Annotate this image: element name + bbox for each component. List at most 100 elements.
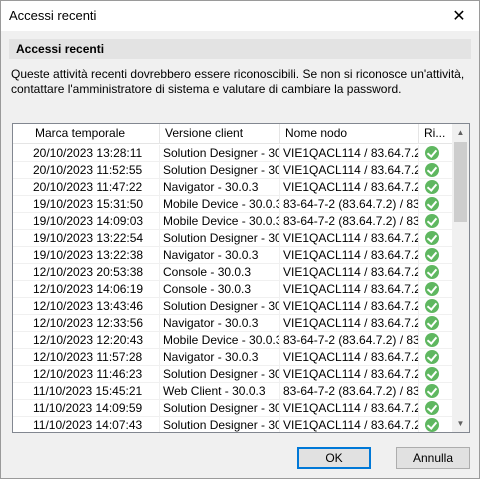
cell-node-name: 83-64-7-2 (83.64.7.2) / 83... bbox=[280, 213, 419, 230]
cell-node-name: VIE1QACL114 / 83.64.7.2 bbox=[280, 315, 419, 332]
cell-status bbox=[419, 315, 453, 332]
cell-status bbox=[419, 145, 453, 162]
check-circle-icon bbox=[425, 367, 439, 381]
cell-status bbox=[419, 213, 453, 230]
check-circle-icon bbox=[425, 231, 439, 245]
cell-node-name: 83-64-7-2 (83.64.7.2) / 83... bbox=[280, 383, 419, 400]
check-circle-icon bbox=[425, 282, 439, 296]
cell-timestamp: 19/10/2023 14:09:03 bbox=[13, 213, 160, 230]
cell-node-name: VIE1QACL114 / 83.64.7.2 bbox=[280, 264, 419, 281]
table-row[interactable]: 19/10/2023 13:22:54 Solution Designer - 3… bbox=[13, 230, 453, 247]
cancel-button[interactable]: Annulla bbox=[396, 447, 470, 469]
cell-status bbox=[419, 179, 453, 196]
section-header: Accessi recenti bbox=[9, 39, 471, 59]
cell-client-version: Solution Designer - 30... bbox=[160, 366, 280, 383]
cell-timestamp: 19/10/2023 15:31:50 bbox=[13, 196, 160, 213]
vertical-scrollbar[interactable]: ▲ ▼ bbox=[452, 124, 469, 432]
cell-client-version: Solution Designer - 30... bbox=[160, 298, 280, 315]
cell-status bbox=[419, 417, 453, 432]
table-header: Marca temporale Versione client Nome nod… bbox=[13, 124, 453, 144]
cell-timestamp: 11/10/2023 14:09:59 bbox=[13, 400, 160, 417]
check-circle-icon bbox=[425, 350, 439, 364]
cell-client-version: Solution Designer - 30... bbox=[160, 145, 280, 162]
cell-status bbox=[419, 349, 453, 366]
cell-node-name: VIE1QACL114 / 83.64.7.2 bbox=[280, 247, 419, 264]
cell-client-version: Solution Designer - 30... bbox=[160, 417, 280, 432]
table-row[interactable]: 19/10/2023 15:31:50 Mobile Device - 30.0.… bbox=[13, 196, 453, 213]
cell-timestamp: 12/10/2023 11:57:28 bbox=[13, 349, 160, 366]
cell-status bbox=[419, 196, 453, 213]
table-row[interactable]: 12/10/2023 12:20:43 Mobile Device - 30.0.… bbox=[13, 332, 453, 349]
check-circle-icon bbox=[425, 163, 439, 177]
cell-client-version: Navigator - 30.0.3 bbox=[160, 315, 280, 332]
window-title: Accessi recenti bbox=[9, 8, 97, 23]
check-circle-icon bbox=[425, 316, 439, 330]
column-header-status[interactable]: Ri... bbox=[419, 124, 453, 144]
table-row[interactable]: 12/10/2023 14:06:19 Console - 30.0.3 VIE1Q… bbox=[13, 281, 453, 298]
cell-node-name: 83-64-7-2 (83.64.7.2) / 83... bbox=[280, 332, 419, 349]
cell-client-version: Navigator - 30.0.3 bbox=[160, 179, 280, 196]
table-row[interactable]: 19/10/2023 13:22:38 Navigator - 30.0.3 VIE… bbox=[13, 247, 453, 264]
cell-client-version: Solution Designer - 30... bbox=[160, 400, 280, 417]
description-text: Queste attività recenti dovrebbero esser… bbox=[11, 67, 465, 96]
cell-node-name: VIE1QACL114 / 83.64.7.2 bbox=[280, 298, 419, 315]
cell-timestamp: 11/10/2023 15:45:21 bbox=[13, 383, 160, 400]
cell-timestamp: 11/10/2023 14:07:43 bbox=[13, 417, 160, 432]
cell-node-name: VIE1QACL114 / 83.64.7.2 bbox=[280, 281, 419, 298]
cell-status bbox=[419, 298, 453, 315]
ok-button[interactable]: OK bbox=[297, 447, 371, 469]
cell-timestamp: 20/10/2023 13:28:11 bbox=[13, 145, 160, 162]
cell-node-name: VIE1QACL114 / 83.64.7.2 bbox=[280, 417, 419, 432]
column-header-timestamp[interactable]: Marca temporale bbox=[13, 124, 160, 144]
recent-logins-table: Marca temporale Versione client Nome nod… bbox=[12, 123, 470, 433]
cell-client-version: Solution Designer - 30... bbox=[160, 230, 280, 247]
table-row[interactable]: 11/10/2023 14:09:59 Solution Designer - 3… bbox=[13, 400, 453, 417]
check-circle-icon bbox=[425, 333, 439, 347]
section-title: Accessi recenti bbox=[16, 42, 105, 56]
cell-status bbox=[419, 281, 453, 298]
title-bar: Accessi recenti ✕ bbox=[1, 1, 479, 31]
cell-client-version: Navigator - 30.0.3 bbox=[160, 247, 280, 264]
table-row[interactable]: 12/10/2023 11:46:23 Solution Designer - 3… bbox=[13, 366, 453, 383]
table-row[interactable]: 19/10/2023 14:09:03 Mobile Device - 30.0.… bbox=[13, 213, 453, 230]
check-circle-icon bbox=[425, 248, 439, 262]
scroll-up-icon[interactable]: ▲ bbox=[452, 124, 469, 141]
cell-timestamp: 20/10/2023 11:52:55 bbox=[13, 162, 160, 179]
cell-timestamp: 19/10/2023 13:22:54 bbox=[13, 230, 160, 247]
column-header-node-name[interactable]: Nome nodo bbox=[280, 124, 419, 144]
table-row[interactable]: 12/10/2023 11:57:28 Navigator - 30.0.3 VIE… bbox=[13, 349, 453, 366]
cell-status bbox=[419, 230, 453, 247]
table-body: 20/10/2023 13:28:11 Solution Designer - 3… bbox=[13, 145, 453, 432]
cell-timestamp: 12/10/2023 12:20:43 bbox=[13, 332, 160, 349]
recent-logins-dialog: Accessi recenti ✕ Accessi recenti Queste… bbox=[0, 0, 480, 479]
check-circle-icon bbox=[425, 214, 439, 228]
cell-client-version: Mobile Device - 30.0.3 bbox=[160, 196, 280, 213]
cell-client-version: Mobile Device - 30.0.3 bbox=[160, 332, 280, 349]
scrollbar-thumb[interactable] bbox=[454, 142, 467, 222]
cell-timestamp: 12/10/2023 12:33:56 bbox=[13, 315, 160, 332]
table-row[interactable]: 12/10/2023 12:33:56 Navigator - 30.0.3 VIE… bbox=[13, 315, 453, 332]
table-row[interactable]: 20/10/2023 13:28:11 Solution Designer - 3… bbox=[13, 145, 453, 162]
close-icon[interactable]: ✕ bbox=[439, 1, 479, 31]
cell-node-name: VIE1QACL114 / 83.64.7.2 bbox=[280, 400, 419, 417]
table-row[interactable]: 11/10/2023 15:45:21 Web Client - 30.0.3 83… bbox=[13, 383, 453, 400]
cell-node-name: VIE1QACL114 / 83.64.7.2 bbox=[280, 349, 419, 366]
cell-timestamp: 20/10/2023 11:47:22 bbox=[13, 179, 160, 196]
check-circle-icon bbox=[425, 418, 439, 432]
check-circle-icon bbox=[425, 299, 439, 313]
table-row[interactable]: 20/10/2023 11:52:55 Solution Designer - 3… bbox=[13, 162, 453, 179]
scroll-down-icon[interactable]: ▼ bbox=[452, 415, 469, 432]
cell-timestamp: 12/10/2023 14:06:19 bbox=[13, 281, 160, 298]
table-row[interactable]: 20/10/2023 11:47:22 Navigator - 30.0.3 VIE… bbox=[13, 179, 453, 196]
table-row[interactable]: 11/10/2023 14:07:43 Solution Designer - 3… bbox=[13, 417, 453, 432]
cell-node-name: VIE1QACL114 / 83.64.7.2 bbox=[280, 366, 419, 383]
cell-client-version: Navigator - 30.0.3 bbox=[160, 349, 280, 366]
table-row[interactable]: 12/10/2023 13:43:46 Solution Designer - 3… bbox=[13, 298, 453, 315]
cell-status bbox=[419, 400, 453, 417]
cell-timestamp: 12/10/2023 20:53:38 bbox=[13, 264, 160, 281]
cell-node-name: VIE1QACL114 / 83.64.7.2 bbox=[280, 162, 419, 179]
check-circle-icon bbox=[425, 146, 439, 160]
cell-client-version: Console - 30.0.3 bbox=[160, 281, 280, 298]
column-header-client-version[interactable]: Versione client bbox=[160, 124, 280, 144]
table-row[interactable]: 12/10/2023 20:53:38 Console - 30.0.3 VIE1Q… bbox=[13, 264, 453, 281]
